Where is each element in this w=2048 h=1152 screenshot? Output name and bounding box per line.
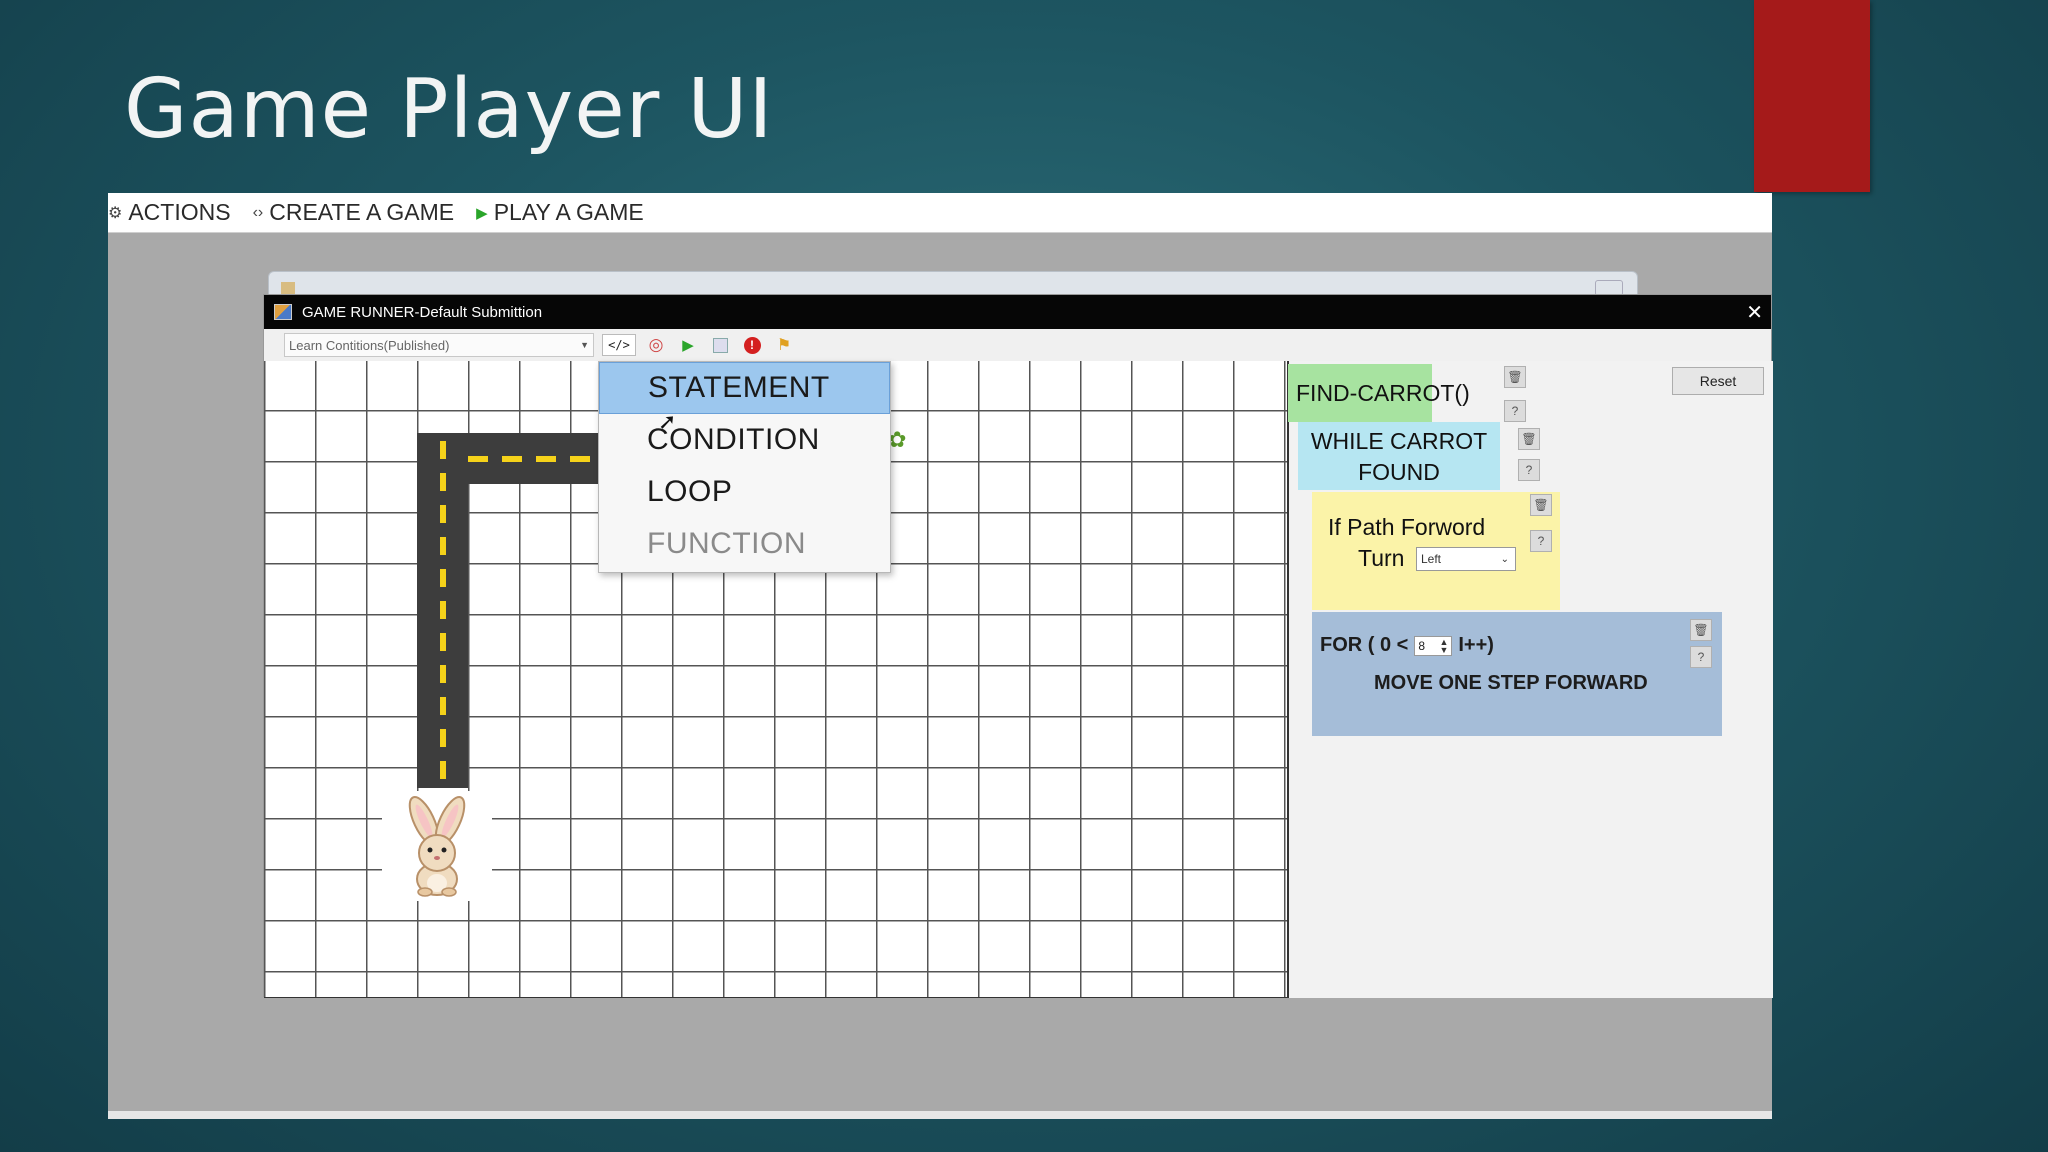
for-header: FOR ( 0 < 8 ▲ ▼ I++): [1320, 634, 1494, 657]
for-loop-block[interactable]: FOR ( 0 < 8 ▲ ▼ I++) MOVE ONE STEP FORWAR…: [1312, 612, 1722, 736]
runner-toolbar: Learn Contitions(Published) ▼ </> ◎ ▶ ! …: [264, 329, 1771, 361]
game-select[interactable]: Learn Contitions(Published) ▼: [284, 333, 594, 357]
game-select-value: Learn Contitions(Published): [289, 337, 450, 353]
for-suffix: I++): [1458, 634, 1494, 656]
if-line2: Turn: [1358, 545, 1405, 571]
help-icon[interactable]: ?: [1690, 646, 1712, 668]
code-icon: ‹›: [252, 203, 264, 221]
if-line1: If Path Forword: [1328, 514, 1486, 540]
red-accent-bar: [1754, 0, 1870, 192]
app-icon: [274, 304, 292, 320]
play-icon: ▶: [476, 204, 488, 222]
bunny-icon: [408, 796, 466, 897]
menu-create-game[interactable]: ‹› CREATE A GAME: [253, 199, 455, 226]
reset-button[interactable]: Reset: [1672, 367, 1764, 395]
for-count-value: 8: [1418, 638, 1426, 653]
menu-actions[interactable]: ⚙ ACTIONS: [108, 199, 231, 226]
delete-icon[interactable]: 🗑: [1690, 619, 1712, 641]
menu-item-function: FUNCTION: [647, 527, 806, 560]
find-carrot-label: FIND-CARROT(): [1296, 379, 1470, 406]
help-icon[interactable]: ?: [1530, 530, 1552, 552]
runner-titlebar: GAME RUNNER-Default Submittion ✕: [264, 295, 1771, 329]
bunny-sprite: [382, 791, 492, 901]
for-prefix: FOR ( 0 <: [1320, 634, 1409, 656]
menu-item-loop[interactable]: LOOP: [599, 466, 890, 518]
save-icon: [712, 337, 728, 353]
menu-item-statement[interactable]: STATEMENT: [599, 362, 890, 414]
close-icon[interactable]: ✕: [1746, 300, 1763, 325]
while-line1: WHILE CARROT: [1310, 428, 1488, 454]
clean-icon[interactable]: ⚑: [772, 334, 796, 356]
stop-button[interactable]: !: [740, 334, 764, 356]
delete-icon[interactable]: 🗑: [1504, 366, 1526, 388]
menu-actions-label: ACTIONS: [128, 199, 231, 225]
while-line2: FOUND: [1358, 459, 1440, 485]
save-button[interactable]: [708, 334, 732, 356]
menu-play-game[interactable]: ▶ PLAY A GAME: [476, 199, 644, 226]
delete-icon[interactable]: 🗑: [1518, 428, 1540, 450]
for-body: MOVE ONE STEP FORWARD: [1374, 672, 1648, 694]
window-icon: [281, 282, 295, 294]
road-dashes-vertical: [440, 441, 446, 781]
code-dropdown-button[interactable]: </>: [602, 334, 636, 356]
chevron-down-icon: ▼: [580, 340, 589, 350]
if-path-forward-block[interactable]: If Path Forword Turn Left ⌄: [1312, 492, 1560, 610]
for-count-stepper[interactable]: 8 ▲ ▼: [1414, 635, 1453, 656]
menu-item-condition[interactable]: CONDITION: [599, 414, 890, 466]
stop-icon: !: [743, 336, 761, 354]
turn-direction-value: Left: [1421, 552, 1442, 566]
stepper-arrows-icon[interactable]: ▲ ▼: [1439, 637, 1448, 654]
help-icon[interactable]: ?: [1518, 459, 1540, 481]
delete-icon[interactable]: 🗑: [1530, 494, 1552, 516]
slide-title: Game Player UI: [124, 62, 774, 157]
gear-icon: ⚙: [108, 204, 123, 222]
run-icon[interactable]: ▶: [676, 334, 700, 356]
menu-create-game-label: CREATE A GAME: [269, 199, 455, 225]
statement-dropdown-menu: STATEMENT CONDITION LOOP FUNCTION: [598, 361, 891, 573]
mouse-cursor-icon: ➚: [658, 409, 677, 434]
while-carrot-found-block[interactable]: WHILE CARROT FOUND: [1298, 422, 1500, 490]
turn-direction-select[interactable]: Left ⌄: [1416, 547, 1516, 571]
target-icon[interactable]: ◎: [644, 334, 668, 356]
find-carrot-block[interactable]: FIND-CARROT(): [1288, 364, 1470, 422]
chevron-down-icon: ⌄: [1500, 553, 1509, 565]
help-icon[interactable]: ?: [1504, 400, 1526, 422]
app-menubar: ⚙ ACTIONS ‹› CREATE A GAME ▶ PLAY A GAME: [108, 193, 1772, 233]
runner-title: GAME RUNNER-Default Submittion: [302, 303, 543, 321]
menu-play-game-label: PLAY A GAME: [493, 199, 644, 225]
